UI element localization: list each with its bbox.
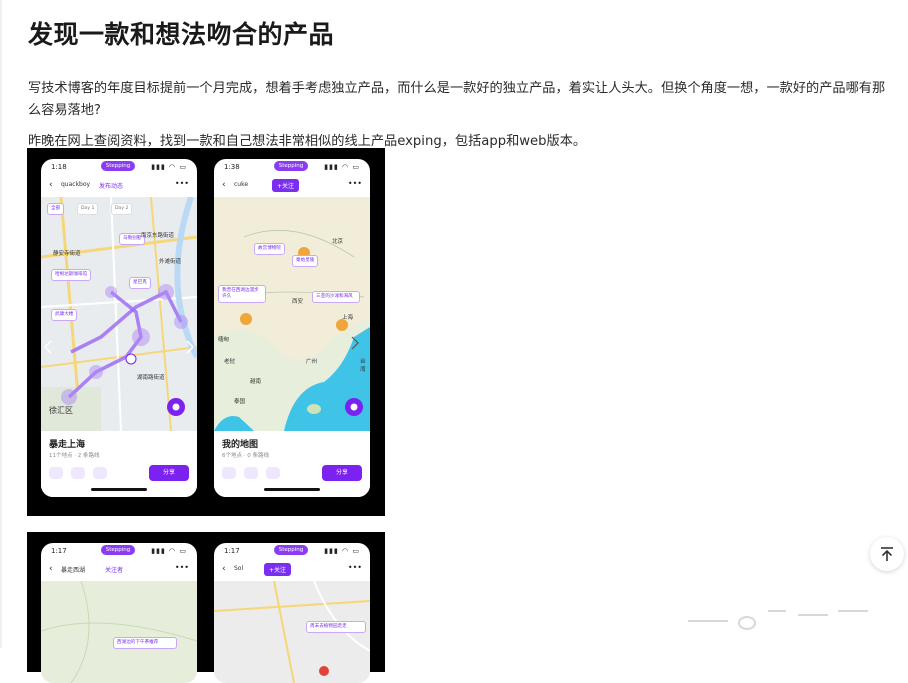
country-label: 越南 — [250, 379, 262, 385]
map-summary: 6个地点 · 0 条路线 — [222, 453, 269, 459]
place-bubble[interactable]: 武康大楼 — [51, 309, 78, 321]
day-chip[interactable]: Day 2 — [111, 203, 133, 215]
watermark-stroke — [738, 616, 756, 630]
place-bubble[interactable]: 周末去植物园走走 — [306, 621, 366, 633]
phone-country-map-2: 1:17 ▮▮▮ ◠ ▭ Stepping ‹ Sol +关注 ••• 周末去植… — [214, 543, 370, 683]
country-label: 老挝 — [224, 359, 236, 365]
user-name[interactable]: 暴走西湖 — [61, 565, 85, 574]
country-label: 泰国 — [234, 399, 246, 405]
phone-country-map: 1:38 ▮▮▮ ◠ ▭ Stepping ‹ cuke +关注 ••• 故宫博… — [214, 159, 370, 497]
map-nav: ‹ Sol +关注 ••• — [220, 563, 364, 577]
watermark-stroke — [798, 614, 828, 616]
status-time: 1:17 — [224, 547, 240, 555]
followers-link[interactable]: 关注者 — [105, 565, 123, 574]
share-button[interactable]: 分享 — [149, 465, 189, 481]
follow-button[interactable]: +关注 — [264, 563, 292, 576]
comment-icon[interactable] — [244, 467, 258, 479]
comment-icon[interactable] — [71, 467, 85, 479]
like-icon[interactable] — [49, 467, 63, 479]
place-bubble[interactable]: 三亚的沙滩和海风 — [312, 291, 360, 303]
brand-badge: Stepping — [274, 161, 308, 171]
day-chip[interactable]: 全部 — [47, 203, 65, 215]
more-dots-icon[interactable]: ••• — [348, 563, 362, 572]
arrow-up-to-line-icon — [881, 547, 893, 561]
watermark-stroke — [838, 610, 868, 612]
map-nav: ‹ 暴走西湖 关注者 ••• — [47, 563, 191, 577]
country-map[interactable]: 故宫博物院 秦始皇陵 我曾在西湖边漫步许久 三亚的沙滩和海风 北京 上海 广州 … — [214, 197, 370, 431]
brand-badge: Stepping — [101, 545, 135, 555]
user-name[interactable]: cuke — [234, 181, 248, 188]
signal-battery-icon: ▮▮▮ ◠ ▭ — [324, 163, 360, 171]
day-chip[interactable]: Day 1 — [77, 203, 99, 215]
map-title: 我的地图 — [222, 440, 259, 450]
map-view[interactable]: 西湖边的下午茶推荐 — [41, 581, 197, 683]
more-dots-icon[interactable]: ••• — [348, 179, 362, 188]
country-label: 北京 — [332, 239, 344, 245]
scroll-to-top-button[interactable] — [870, 537, 904, 571]
like-icon[interactable] — [222, 467, 236, 479]
article: 发现一款和想法吻合的产品 写技术博客的年度目标提前一个月完成，想着手考虑独立产品… — [28, 0, 888, 153]
app-screenshot-1: 1:18 ▮▮▮ ◠ ▭ Stepping ‹ quackboy 发布动态 ••… — [27, 148, 385, 516]
signal-battery-icon: ▮▮▮ ◠ ▭ — [151, 547, 187, 555]
country-label: 广州 — [306, 359, 318, 365]
more-dots-icon[interactable]: ••• — [175, 179, 189, 188]
place-bubble[interactable]: 哈根达斯咖啡馆 — [51, 269, 92, 281]
watermark-stroke — [768, 610, 786, 612]
map-bottom-sheet: 我的地图 6个地点 · 0 条路线 分享 — [214, 431, 370, 497]
share-button[interactable]: 分享 — [322, 465, 362, 481]
map-graphic — [41, 581, 197, 683]
country-label: 上海 — [342, 315, 354, 321]
city-map[interactable]: 全部 Day 1 Day 2 马勒别墅 哈根达斯咖啡馆 星巴克 武康大楼 静安寺… — [41, 197, 197, 431]
country-label: 西安 — [292, 299, 304, 305]
post-link[interactable]: 发布动态 — [99, 181, 123, 190]
signal-battery-icon: ▮▮▮ ◠ ▭ — [324, 547, 360, 555]
place-bubble[interactable]: 西湖边的下午茶推荐 — [113, 637, 177, 649]
watermark-stroke — [688, 620, 728, 622]
status-time: 1:18 — [51, 163, 67, 171]
left-edge — [0, 0, 2, 648]
chevron-left-icon[interactable]: ‹ — [49, 563, 53, 575]
collect-icon[interactable] — [93, 467, 107, 479]
place-bubble[interactable]: 我曾在西湖边漫步许久 — [218, 285, 266, 303]
map-summary: 11个地点 · 2 条路线 — [49, 453, 100, 459]
district-label: 静安寺街道 — [53, 251, 81, 257]
map-nav: ‹ quackboy 发布动态 ••• — [47, 179, 191, 193]
watermark — [688, 606, 888, 634]
home-indicator — [91, 488, 147, 491]
place-bubble[interactable]: 星巴克 — [129, 277, 151, 289]
district-label: 南京东路街道 — [141, 233, 175, 239]
district-label: 外滩街道 — [159, 259, 182, 265]
more-dots-icon[interactable]: ••• — [175, 563, 189, 572]
article-paragraph-1: 写技术博客的年度目标提前一个月完成，想着手考虑独立产品，而什么是一款好的独立产品… — [28, 81, 886, 118]
phone-route-map-2: 1:17 ▮▮▮ ◠ ▭ Stepping ‹ 暴走西湖 关注者 ••• 西湖边… — [41, 543, 197, 683]
place-bubble[interactable]: 秦始皇陵 — [292, 255, 319, 267]
chevron-left-icon[interactable]: ‹ — [222, 179, 226, 191]
user-name[interactable]: Sol — [234, 565, 243, 572]
country-label: 缅甸 — [218, 337, 230, 343]
collect-icon[interactable] — [266, 467, 280, 479]
user-name[interactable]: quackboy — [61, 181, 90, 188]
status-time: 1:17 — [51, 547, 67, 555]
signal-battery-icon: ▮▮▮ ◠ ▭ — [151, 163, 187, 171]
app-screenshot-2: 1:17 ▮▮▮ ◠ ▭ Stepping ‹ 暴走西湖 关注者 ••• 西湖边… — [27, 532, 385, 683]
phone-route-map: 1:18 ▮▮▮ ◠ ▭ Stepping ‹ quackboy 发布动态 ••… — [41, 159, 197, 497]
map-title: 暴走上海 — [49, 440, 86, 450]
district-label: 湖南路街道 — [137, 375, 165, 381]
chevron-left-icon[interactable]: ‹ — [49, 179, 53, 191]
place-bubble[interactable]: 故宫博物院 — [254, 243, 285, 255]
brand-badge: Stepping — [274, 545, 308, 555]
map-bottom-sheet: 暴走上海 11个地点 · 2 条路线 分享 — [41, 431, 197, 497]
follow-button[interactable]: +关注 — [272, 179, 300, 192]
status-time: 1:38 — [224, 163, 240, 171]
country-label: 台湾 — [360, 359, 366, 373]
chevron-left-icon[interactable]: ‹ — [222, 563, 226, 575]
map-view[interactable]: 周末去植物园走走 — [214, 581, 370, 683]
article-title: 发现一款和想法吻合的产品 — [28, 20, 335, 49]
map-nav: ‹ cuke +关注 ••• — [220, 179, 364, 193]
district-label: 徐汇区 — [49, 406, 73, 415]
brand-badge: Stepping — [101, 161, 135, 171]
home-indicator — [264, 488, 320, 491]
